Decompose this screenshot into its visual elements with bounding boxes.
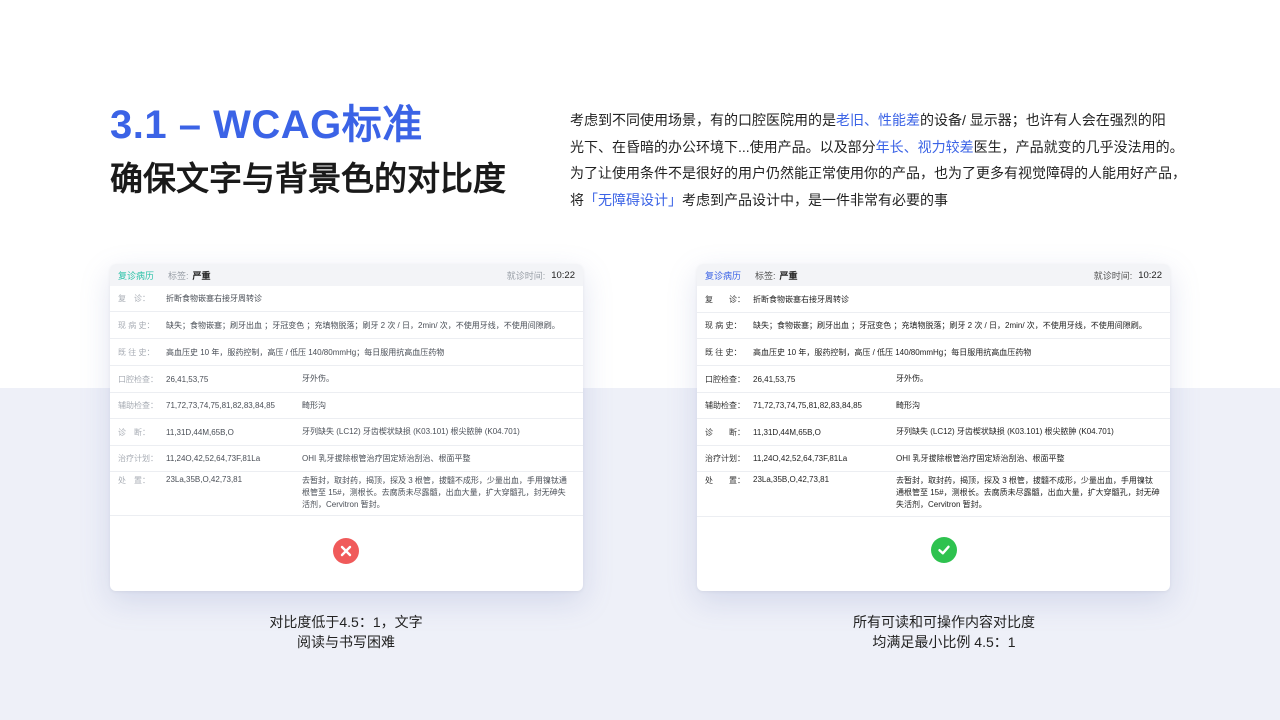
- check-circle-icon: [931, 537, 957, 563]
- page-subheading: 确保文字与背景色的对比度: [110, 160, 506, 197]
- visit-time-value: 10:22: [1138, 269, 1162, 281]
- record-row-disposal: 处 置： 23La,35B,O,42,73,81 去暂封，取封药，揭顶，探及 3…: [110, 472, 583, 516]
- record-header: 复诊病历 标签: 严重 就诊时间: 10:22: [697, 264, 1170, 286]
- high-contrast-record-card: 复诊病历 标签: 严重 就诊时间: 10:22 复 诊： 折断食物嵌塞右接牙周转…: [697, 264, 1170, 591]
- highlight-old-devices: 老旧、性能差: [836, 112, 920, 128]
- record-title[interactable]: 复诊病历: [705, 269, 741, 282]
- intro-line-1: 考虑到不同使用场景，有的口腔医院用的是老旧、性能差的设备/ 显示器；也许有人会在…: [570, 112, 1166, 128]
- error-circle-icon: [333, 538, 359, 564]
- record-row-past-history: 既 往 史： 高血压史 10 年，服药控制，高压 / 低压 140/80mmHg…: [697, 339, 1170, 366]
- record-row-present-illness: 现 病 史： 缺失；食物嵌塞；刷牙出血 ；牙冠变色 ；充填物脱落；刷牙 2 次 …: [110, 312, 583, 339]
- visit-time-value: 10:22: [551, 269, 575, 281]
- record-row-oral-exam: 口腔检查： 26,41,53,75 牙外伤。: [697, 366, 1170, 393]
- low-contrast-record-card: 复诊病历 标签: 严重 就诊时间: 10:22 复 诊： 折断食物嵌塞右接牙周转…: [110, 264, 583, 591]
- page-heading: 3.1 – WCAG标准: [110, 103, 423, 147]
- tag-value: 严重: [779, 270, 798, 281]
- intro-line-4: 将「无障碍设计」考虑到产品设计中，是一件非常有必要的事: [570, 191, 948, 208]
- intro-line-2: 光下、在昏暗的办公环境下...使用产品。以及部分年长、视力较差医生，产品就变的几…: [570, 138, 1184, 155]
- tag-label: 标签:: [755, 270, 776, 281]
- visit-time-label: 就诊时间:: [506, 270, 546, 281]
- record-row-aux-exam: 辅助检查： 71,72,73,74,75,81,82,83,84,85 畸形沟: [110, 393, 583, 419]
- highlight-elderly: 年长、视力较差: [875, 138, 974, 155]
- intro-paragraph: 考虑到不同使用场景，有的口腔医院用的是老旧、性能差的设备/ 显示器；也许有人会在…: [570, 107, 1190, 213]
- record-row-revisit: 复 诊： 折断食物嵌塞右接牙周转诊: [697, 286, 1170, 313]
- low-contrast-caption: 对比度低于4.5：1，文字 阅读与书写困难: [269, 614, 423, 650]
- record-row-treatment-plan: 治疗计划： 11,24O,42,52,64,73F,81La OHI 乳牙拔除根…: [110, 446, 583, 472]
- record-row-diagnosis: 诊 断： 11,31D,44M,65B,O 牙列缺失 (LC12) 牙齿楔状缺损…: [697, 419, 1170, 446]
- record-title[interactable]: 复诊病历: [118, 269, 154, 282]
- record-row-revisit: 复 诊： 折断食物嵌塞右接牙周转诊: [110, 286, 583, 312]
- tag-label: 标签:: [168, 270, 189, 281]
- tag-value: 严重: [192, 270, 211, 281]
- record-row-present-illness: 现 病 史： 缺失；食物嵌塞；刷牙出血 ；牙冠变色 ；充填物脱落；刷牙 2 次 …: [697, 313, 1170, 339]
- record-row-past-history: 既 往 史： 高血压史 10 年，服药控制，高压 / 低压 140/80mmHg…: [110, 339, 583, 366]
- intro-line-3: 为了让使用条件不是很好的用户仍然能正常使用你的产品，也为了更多有视觉障碍的人能用…: [570, 165, 1186, 181]
- record-row-aux-exam: 辅助检查： 71,72,73,74,75,81,82,83,84,85 畸形沟: [697, 393, 1170, 419]
- record-row-treatment-plan: 治疗计划： 11,24O,42,52,64,73F,81La OHI 乳牙拔除根…: [697, 446, 1170, 472]
- visit-time-label: 就诊时间:: [1093, 270, 1133, 281]
- highlight-accessibility: 「无障碍设计」: [584, 191, 682, 208]
- record-row-oral-exam: 口腔检查： 26,41,53,75 牙外伤。: [110, 366, 583, 393]
- record-row-diagnosis: 诊 断： 11,31D,44M,65B,O 牙列缺失 (LC12) 牙齿楔状缺损…: [110, 419, 583, 446]
- high-contrast-caption: 所有可读和可操作内容对比度 均满足最小比例 4.5：1: [853, 614, 1035, 650]
- record-row-disposal: 处 置： 23La,35B,O,42,73,81 去暂封，取封药，揭顶，探及 3…: [697, 472, 1170, 517]
- record-header: 复诊病历 标签: 严重 就诊时间: 10:22: [110, 264, 583, 286]
